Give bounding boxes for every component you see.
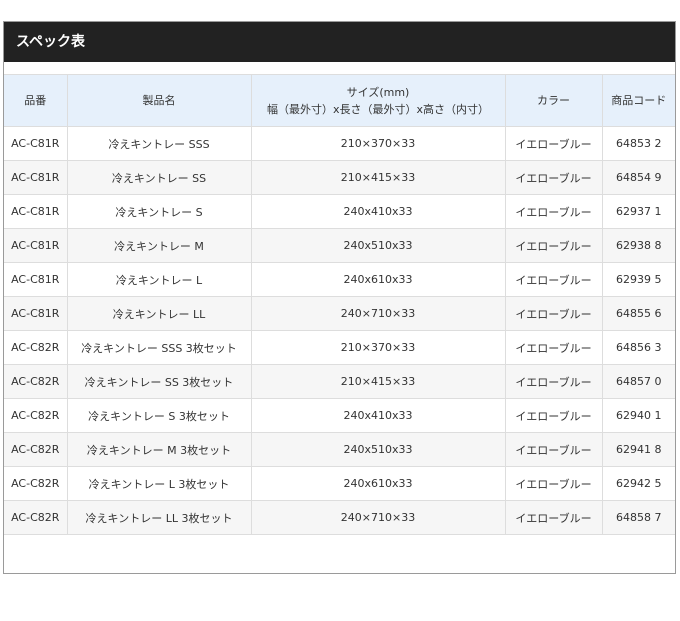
page-title: スペック表 bbox=[4, 22, 675, 62]
cell-name: 冷えキントレー SSS 3枚セット bbox=[66, 330, 252, 365]
header-size-line2: 幅（最外寸）x長さ（最外寸）x高さ（内寸） bbox=[266, 102, 490, 116]
cell-product-code: 64858 7 bbox=[601, 500, 675, 535]
header-product-code: 商品コード bbox=[601, 74, 675, 127]
cell-product-code: 62939 5 bbox=[601, 262, 675, 297]
cell-code: AC-C81R bbox=[4, 296, 68, 331]
table-header-row: 品番 製品名 サイズ(mm) 幅（最外寸）x長さ（最外寸）x高さ（内寸） カラー… bbox=[4, 74, 675, 127]
cell-code: AC-C82R bbox=[4, 330, 68, 365]
table-row: AC-C81R 冷えキントレー SSS 210×370×33 イエローブルー 64853… bbox=[4, 126, 675, 161]
table-row: AC-C82R 冷えキントレー L 3枚セット 240x610x33 イエローブルー 6… bbox=[4, 466, 675, 501]
table-row: AC-C82R 冷えキントレー S 3枚セット 240x410x33 イエローブルー 6… bbox=[4, 398, 675, 433]
cell-size: 240×710×33 bbox=[250, 500, 506, 535]
cell-product-code: 64856 3 bbox=[601, 330, 675, 365]
cell-color: イエローブルー bbox=[504, 262, 603, 297]
cell-name: 冷えキントレー L 3枚セット bbox=[66, 466, 252, 501]
cell-name: 冷えキントレー SS 3枚セット bbox=[66, 364, 252, 399]
cell-product-code: 62937 1 bbox=[601, 194, 675, 229]
cell-color: イエローブルー bbox=[504, 364, 603, 399]
cell-size: 210×415×33 bbox=[250, 364, 506, 399]
cell-color: イエローブルー bbox=[504, 500, 603, 535]
cell-product-code: 62938 8 bbox=[601, 228, 675, 263]
cell-code: AC-C82R bbox=[4, 500, 68, 535]
cell-code: AC-C82R bbox=[4, 398, 68, 433]
cell-name: 冷えキントレー M 3枚セット bbox=[66, 432, 252, 467]
cell-color: イエローブルー bbox=[504, 432, 603, 467]
cell-color: イエローブルー bbox=[504, 296, 603, 331]
header-color: カラー bbox=[504, 74, 603, 127]
cell-color: イエローブルー bbox=[504, 398, 603, 433]
cell-product-code: 64853 2 bbox=[601, 126, 675, 161]
cell-product-code: 62941 8 bbox=[601, 432, 675, 467]
cell-name: 冷えキントレー LL bbox=[66, 296, 252, 331]
cell-code: AC-C81R bbox=[4, 194, 68, 229]
cell-size: 210×370×33 bbox=[250, 126, 506, 161]
cell-size: 240x610x33 bbox=[250, 466, 506, 501]
cell-size: 240x510x33 bbox=[250, 228, 506, 263]
header-size-line1: サイズ(mm) bbox=[346, 85, 410, 99]
table-row: AC-C81R 冷えキントレー S 240x410x33 イエローブルー 62937 1 bbox=[4, 194, 675, 229]
cell-code: AC-C81R bbox=[4, 160, 68, 195]
cell-color: イエローブルー bbox=[504, 194, 603, 229]
cell-code: AC-C82R bbox=[4, 432, 68, 467]
cell-name: 冷えキントレー SSS bbox=[66, 126, 252, 161]
cell-name: 冷えキントレー SS bbox=[66, 160, 252, 195]
table-row: AC-C81R 冷えキントレー L 240x610x33 イエローブルー 62939 5 bbox=[4, 262, 675, 297]
table-body: AC-C81R 冷えキントレー SSS 210×370×33 イエローブルー 64853… bbox=[4, 126, 675, 535]
cell-product-code: 64854 9 bbox=[601, 160, 675, 195]
cell-size: 240x410x33 bbox=[250, 398, 506, 433]
header-size: サイズ(mm) 幅（最外寸）x長さ（最外寸）x高さ（内寸） bbox=[250, 74, 506, 127]
cell-product-code: 64857 0 bbox=[601, 364, 675, 399]
header-name: 製品名 bbox=[66, 74, 252, 127]
cell-color: イエローブルー bbox=[504, 228, 603, 263]
cell-name: 冷えキントレー M bbox=[66, 228, 252, 263]
cell-code: AC-C82R bbox=[4, 466, 68, 501]
table-row: AC-C82R 冷えキントレー SS 3枚セット 210×415×33 イエローブルー… bbox=[4, 364, 675, 399]
cell-size: 240x510x33 bbox=[250, 432, 506, 467]
cell-color: イエローブルー bbox=[504, 160, 603, 195]
cell-code: AC-C81R bbox=[4, 262, 68, 297]
cell-name: 冷えキントレー S 3枚セット bbox=[66, 398, 252, 433]
cell-size: 210×370×33 bbox=[250, 330, 506, 365]
table-row: AC-C82R 冷えキントレー SSS 3枚セット 210×370×33 イエローブル… bbox=[4, 330, 675, 365]
cell-size: 210×415×33 bbox=[250, 160, 506, 195]
cell-product-code: 62940 1 bbox=[601, 398, 675, 433]
cell-name: 冷えキントレー S bbox=[66, 194, 252, 229]
cell-code: AC-C81R bbox=[4, 228, 68, 263]
cell-name: 冷えキントレー L bbox=[66, 262, 252, 297]
cell-product-code: 62942 5 bbox=[601, 466, 675, 501]
header-code: 品番 bbox=[4, 74, 68, 127]
cell-size: 240x410x33 bbox=[250, 194, 506, 229]
cell-color: イエローブルー bbox=[504, 330, 603, 365]
spec-table: 品番 製品名 サイズ(mm) 幅（最外寸）x長さ（最外寸）x高さ（内寸） カラー… bbox=[4, 74, 675, 535]
cell-color: イエローブルー bbox=[504, 126, 603, 161]
table-row: AC-C82R 冷えキントレー M 3枚セット 240x510x33 イエローブルー 6… bbox=[4, 432, 675, 467]
cell-product-code: 64855 6 bbox=[601, 296, 675, 331]
cell-name: 冷えキントレー LL 3枚セット bbox=[66, 500, 252, 535]
spec-panel: スペック表 品番 製品名 サイズ(mm) 幅（最外寸）x長さ（最外寸）x高さ（内… bbox=[3, 21, 676, 574]
cell-code: AC-C81R bbox=[4, 126, 68, 161]
cell-color: イエローブルー bbox=[504, 466, 603, 501]
cell-size: 240x610x33 bbox=[250, 262, 506, 297]
table-row: AC-C82R 冷えキントレー LL 3枚セット 240×710×33 イエローブルー… bbox=[4, 500, 675, 535]
cell-size: 240×710×33 bbox=[250, 296, 506, 331]
table-row: AC-C81R 冷えキントレー SS 210×415×33 イエローブルー 64854 … bbox=[4, 160, 675, 195]
table-row: AC-C81R 冷えキントレー LL 240×710×33 イエローブルー 64855 … bbox=[4, 296, 675, 331]
cell-code: AC-C82R bbox=[4, 364, 68, 399]
table-row: AC-C81R 冷えキントレー M 240x510x33 イエローブルー 62938 8 bbox=[4, 228, 675, 263]
